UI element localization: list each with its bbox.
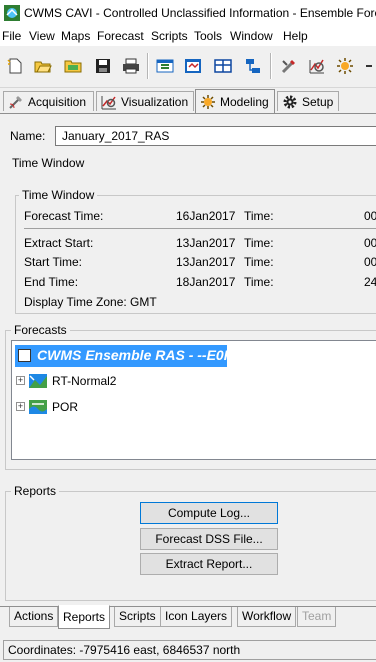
expand-icon[interactable]: + (16, 376, 25, 385)
end-time-field-label: Time: (244, 275, 274, 289)
more-icon[interactable] (362, 55, 376, 77)
tree-node-por-label: POR (52, 400, 79, 414)
save-icon[interactable] (92, 55, 114, 77)
tab-acquisition[interactable]: Acquisition (3, 91, 94, 111)
tree-node-rt-normal2[interactable]: + RT-Normal2 (16, 372, 216, 390)
tab-icon-layers[interactable]: Icon Layers (160, 607, 233, 627)
tree-node-por[interactable]: + POR (16, 398, 216, 416)
tab-setup[interactable]: Setup (277, 91, 339, 111)
sun-icon[interactable] (334, 55, 356, 77)
menu-bar: File View Maps Forecast Scripts Tools Wi… (0, 26, 376, 46)
grid-icon[interactable] (212, 55, 234, 77)
time-window-group-title: Time Window (19, 188, 98, 202)
tab-modeling[interactable]: Modeling (195, 89, 275, 113)
display-time-zone: Display Time Zone: GMT (24, 295, 157, 309)
menu-file[interactable]: File (2, 29, 21, 43)
forecasts-group-title: Forecasts (11, 323, 70, 337)
forecast-run-icon (29, 374, 47, 388)
gear-icon (283, 95, 297, 108)
tab-modeling-label: Modeling (220, 94, 269, 109)
chart-icon[interactable] (306, 55, 328, 77)
open-icon[interactable] (32, 55, 54, 77)
menu-maps[interactable]: Maps (61, 29, 90, 43)
import-icon[interactable] (154, 55, 176, 77)
cwms-app-icon (4, 5, 20, 21)
start-time-field-label: Time: (244, 255, 274, 269)
forecast-dss-file-button[interactable]: Forecast DSS File... (140, 528, 278, 550)
start-date[interactable]: 13Jan2017 (176, 255, 235, 269)
tree-root-label: CWMS Ensemble RAS - --E0R0 (37, 347, 242, 363)
tree-root-forecast[interactable]: CWMS Ensemble RAS - --E0R0 (15, 345, 242, 367)
menu-scripts[interactable]: Scripts (151, 29, 188, 43)
forecast-time-row: Forecast Time: 16Jan2017 Time: 00 (24, 209, 376, 225)
menu-view[interactable]: View (29, 29, 55, 43)
forecast-time-field-label: Time: (244, 209, 274, 223)
toolbar (0, 47, 376, 88)
menu-window[interactable]: Window (230, 29, 273, 43)
chart-icon (101, 95, 116, 109)
window-title: CWMS CAVI - Controlled Unclassified Info… (24, 6, 376, 20)
tab-setup-label: Setup (302, 94, 334, 109)
start-time-label: Start Time: (24, 255, 83, 269)
open-folder-icon[interactable] (62, 55, 84, 77)
end-date[interactable]: 18Jan2017 (176, 275, 235, 289)
tab-visualization[interactable]: Visualization (96, 91, 194, 111)
extract-start-row: Extract Start: 13Jan2017 Time: 00 (24, 236, 376, 252)
start-time[interactable]: 00 (364, 255, 376, 269)
compute-log-button[interactable]: Compute Log... (140, 502, 278, 524)
tab-actions[interactable]: Actions (9, 607, 59, 627)
forecast-time-label: Forecast Time: (24, 209, 104, 223)
status-coordinates: Coordinates: -7975416 east, 6846537 nort… (3, 640, 376, 660)
name-field[interactable]: January_2017_RAS (55, 126, 376, 146)
reports-group-title: Reports (11, 484, 60, 498)
end-time-row: End Time: 18Jan2017 Time: 24 (24, 275, 376, 291)
tab-team: Team (297, 607, 337, 627)
tree-node-rt-normal2-label: RT-Normal2 (52, 374, 117, 388)
extract-start-label: Extract Start: (24, 236, 94, 250)
tree-root-checkbox[interactable] (18, 349, 31, 362)
extract-start-date[interactable]: 13Jan2017 (176, 236, 235, 250)
end-time[interactable]: 24 (364, 275, 376, 289)
new-icon[interactable] (4, 55, 26, 77)
main-tabs: Acquisition Visualization Modeling Setup (0, 88, 376, 114)
tab-scripts[interactable]: Scripts (114, 607, 161, 627)
tab-visualization-label: Visualization (121, 94, 189, 109)
time-window-heading: Time Window (12, 156, 85, 170)
network-icon[interactable] (242, 55, 264, 77)
title-bar: CWMS CAVI - Controlled Unclassified Info… (0, 0, 376, 26)
start-time-row: Start Time: 13Jan2017 Time: 00 (24, 255, 376, 271)
menu-tools[interactable]: Tools (194, 29, 222, 43)
extract-start-time-label: Time: (244, 236, 274, 250)
forecast-time[interactable]: 00 (364, 209, 376, 223)
forecast-date[interactable]: 16Jan2017 (176, 209, 235, 223)
export-icon[interactable] (182, 55, 204, 77)
menu-forecast[interactable]: Forecast (97, 29, 144, 43)
print-icon[interactable] (120, 55, 142, 77)
forecast-run-icon (29, 400, 47, 414)
expand-icon[interactable]: + (16, 402, 25, 411)
tab-reports[interactable]: Reports (58, 605, 111, 629)
modeling-icon (201, 94, 215, 109)
menu-help[interactable]: Help (283, 29, 308, 43)
tools-icon[interactable] (278, 55, 300, 77)
name-label: Name: (10, 129, 46, 143)
satellite-icon (9, 95, 22, 109)
tab-acquisition-label: Acquisition (28, 94, 87, 109)
end-time-label: End Time: (24, 275, 79, 289)
forecasts-tree: CWMS Ensemble RAS - --E0R0 + RT-Normal2 … (11, 340, 376, 460)
tab-workflow[interactable]: Workflow (237, 607, 297, 627)
extract-start-time[interactable]: 00 (364, 236, 376, 250)
extract-report-button[interactable]: Extract Report... (140, 553, 278, 575)
